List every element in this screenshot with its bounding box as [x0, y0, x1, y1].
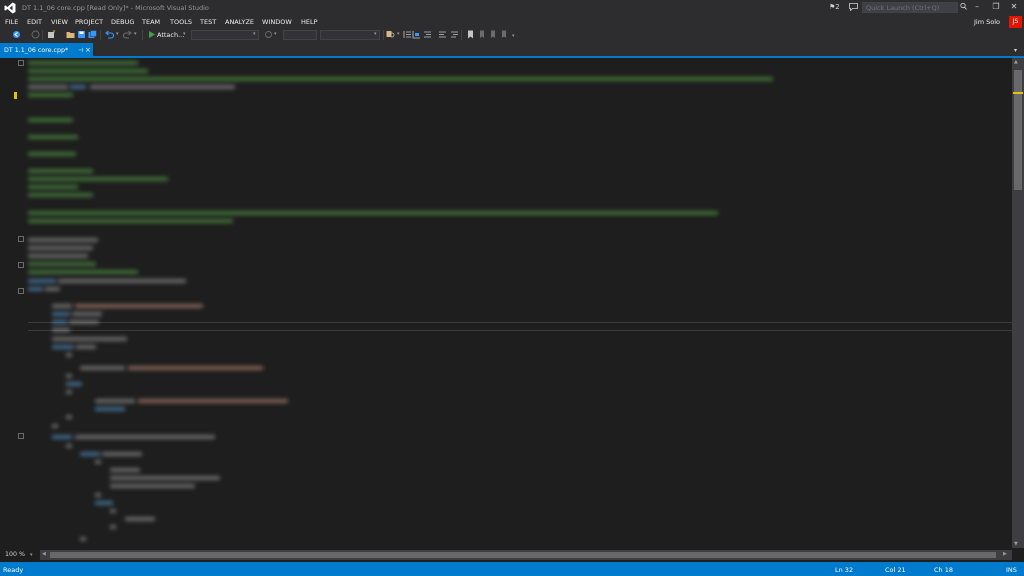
- chevron-down-icon: ▾: [253, 31, 256, 37]
- clear-bookmarks-icon[interactable]: [500, 30, 509, 39]
- status-message: Ready: [3, 566, 24, 574]
- vertical-scroll-thumb[interactable]: [1014, 70, 1022, 190]
- menu-test[interactable]: TEST: [200, 18, 216, 26]
- toolbar-separator: [100, 30, 101, 40]
- chevron-down-icon: ▾: [374, 31, 377, 37]
- status-bar: [0, 562, 1024, 576]
- status-insert-mode: INS: [1006, 566, 1017, 574]
- menu-view[interactable]: VIEW: [51, 18, 68, 26]
- find-icon[interactable]: [386, 30, 395, 39]
- toolbar-options-icon[interactable]: ▾: [512, 33, 515, 39]
- minimize-button[interactable]: –: [970, 1, 984, 13]
- quick-launch-input[interactable]: [862, 2, 958, 13]
- menu-team[interactable]: TEAM: [142, 18, 160, 26]
- chevron-down-icon: ▾: [274, 31, 277, 37]
- menu-project[interactable]: PROJECT: [75, 18, 103, 26]
- save-all-icon[interactable]: [88, 30, 97, 39]
- scroll-left-icon[interactable]: ◀: [42, 551, 46, 557]
- window-title: DT 1.1_06 core.cpp [Read Only]* - Micros…: [22, 4, 209, 12]
- pin-icon[interactable]: ⊣: [78, 47, 83, 54]
- status-char: Ch 18: [934, 566, 953, 574]
- code-editor[interactable]: [0, 58, 1012, 548]
- forward-icon[interactable]: [31, 30, 40, 39]
- comment-out-icon[interactable]: [403, 30, 412, 39]
- scroll-up-icon[interactable]: ▲: [1014, 59, 1018, 65]
- undo-dropdown-icon[interactable]: ▾: [116, 31, 119, 37]
- solution-config-select[interactable]: [191, 30, 259, 40]
- close-icon: ✕: [1010, 2, 1018, 11]
- toolbar-separator: [383, 30, 384, 40]
- scroll-down-icon[interactable]: ▼: [1014, 541, 1018, 547]
- avatar[interactable]: JS: [1009, 16, 1022, 28]
- format-icon[interactable]: [450, 30, 459, 39]
- menu-edit[interactable]: EDIT: [27, 18, 42, 26]
- outdent-icon[interactable]: [423, 30, 432, 39]
- new-project-icon[interactable]: [47, 30, 56, 39]
- code-text: [0, 58, 1012, 548]
- save-icon[interactable]: [77, 30, 86, 39]
- start-debug-icon[interactable]: [147, 30, 156, 39]
- uncomment-icon[interactable]: [412, 30, 421, 39]
- close-window-button[interactable]: ✕: [1007, 1, 1021, 13]
- user-name[interactable]: Jim Solo: [974, 18, 1000, 26]
- menu-help[interactable]: HELP: [301, 18, 318, 26]
- indent-icon[interactable]: [438, 30, 447, 39]
- status-column: Col 21: [885, 566, 906, 574]
- notifications-button[interactable]: ⚑2: [829, 3, 840, 11]
- scroll-right-icon[interactable]: ▶: [1003, 551, 1007, 557]
- attach-button[interactable]: Attach...: [157, 31, 184, 39]
- status-line: Ln 32: [835, 566, 854, 574]
- attach-dropdown-icon[interactable]: ▾: [183, 31, 186, 37]
- close-tab-icon[interactable]: ×: [85, 46, 91, 54]
- visual-studio-logo-icon: [4, 2, 16, 14]
- open-icon[interactable]: [66, 30, 75, 39]
- toolbar-separator: [461, 30, 462, 40]
- menu-window[interactable]: WINDOW: [262, 18, 292, 26]
- zoom-dropdown-icon[interactable]: ▾: [30, 552, 33, 558]
- platform-select[interactable]: [283, 30, 317, 40]
- menu-debug[interactable]: DEBUG: [111, 18, 134, 26]
- redo-icon[interactable]: [123, 30, 132, 39]
- feedback-icon[interactable]: [849, 3, 858, 11]
- menu-analyze[interactable]: ANALYZE: [225, 18, 254, 26]
- back-icon[interactable]: [12, 30, 21, 39]
- refresh-icon[interactable]: [264, 30, 273, 39]
- search-icon[interactable]: [960, 2, 967, 11]
- next-bookmark-icon[interactable]: [489, 30, 498, 39]
- tab-label: DT 1.1_06 core.cpp*: [4, 47, 69, 54]
- restore-button[interactable]: ❐: [989, 1, 1003, 13]
- toolbar-separator: [142, 30, 143, 40]
- undo-icon[interactable]: [105, 30, 114, 39]
- bookmark-icon[interactable]: [466, 30, 475, 39]
- chevron-down-icon: ▾: [397, 31, 400, 37]
- notification-count: 2: [835, 3, 840, 11]
- prev-bookmark-icon[interactable]: [478, 30, 487, 39]
- redo-dropdown-icon[interactable]: ▾: [134, 31, 137, 37]
- document-tab-bar: [0, 42, 1024, 57]
- restore-icon: ❐: [992, 2, 1000, 11]
- minimize-icon: –: [975, 2, 979, 11]
- menu-tools[interactable]: TOOLS: [170, 18, 192, 26]
- scroll-change-marker: [1013, 92, 1023, 94]
- startup-item-select[interactable]: [320, 30, 380, 40]
- toolbar-separator: [42, 30, 43, 40]
- tab-list-dropdown-icon[interactable]: ▾: [1014, 47, 1017, 54]
- menu-file[interactable]: FILE: [5, 18, 18, 26]
- horizontal-scroll-thumb[interactable]: [50, 552, 996, 558]
